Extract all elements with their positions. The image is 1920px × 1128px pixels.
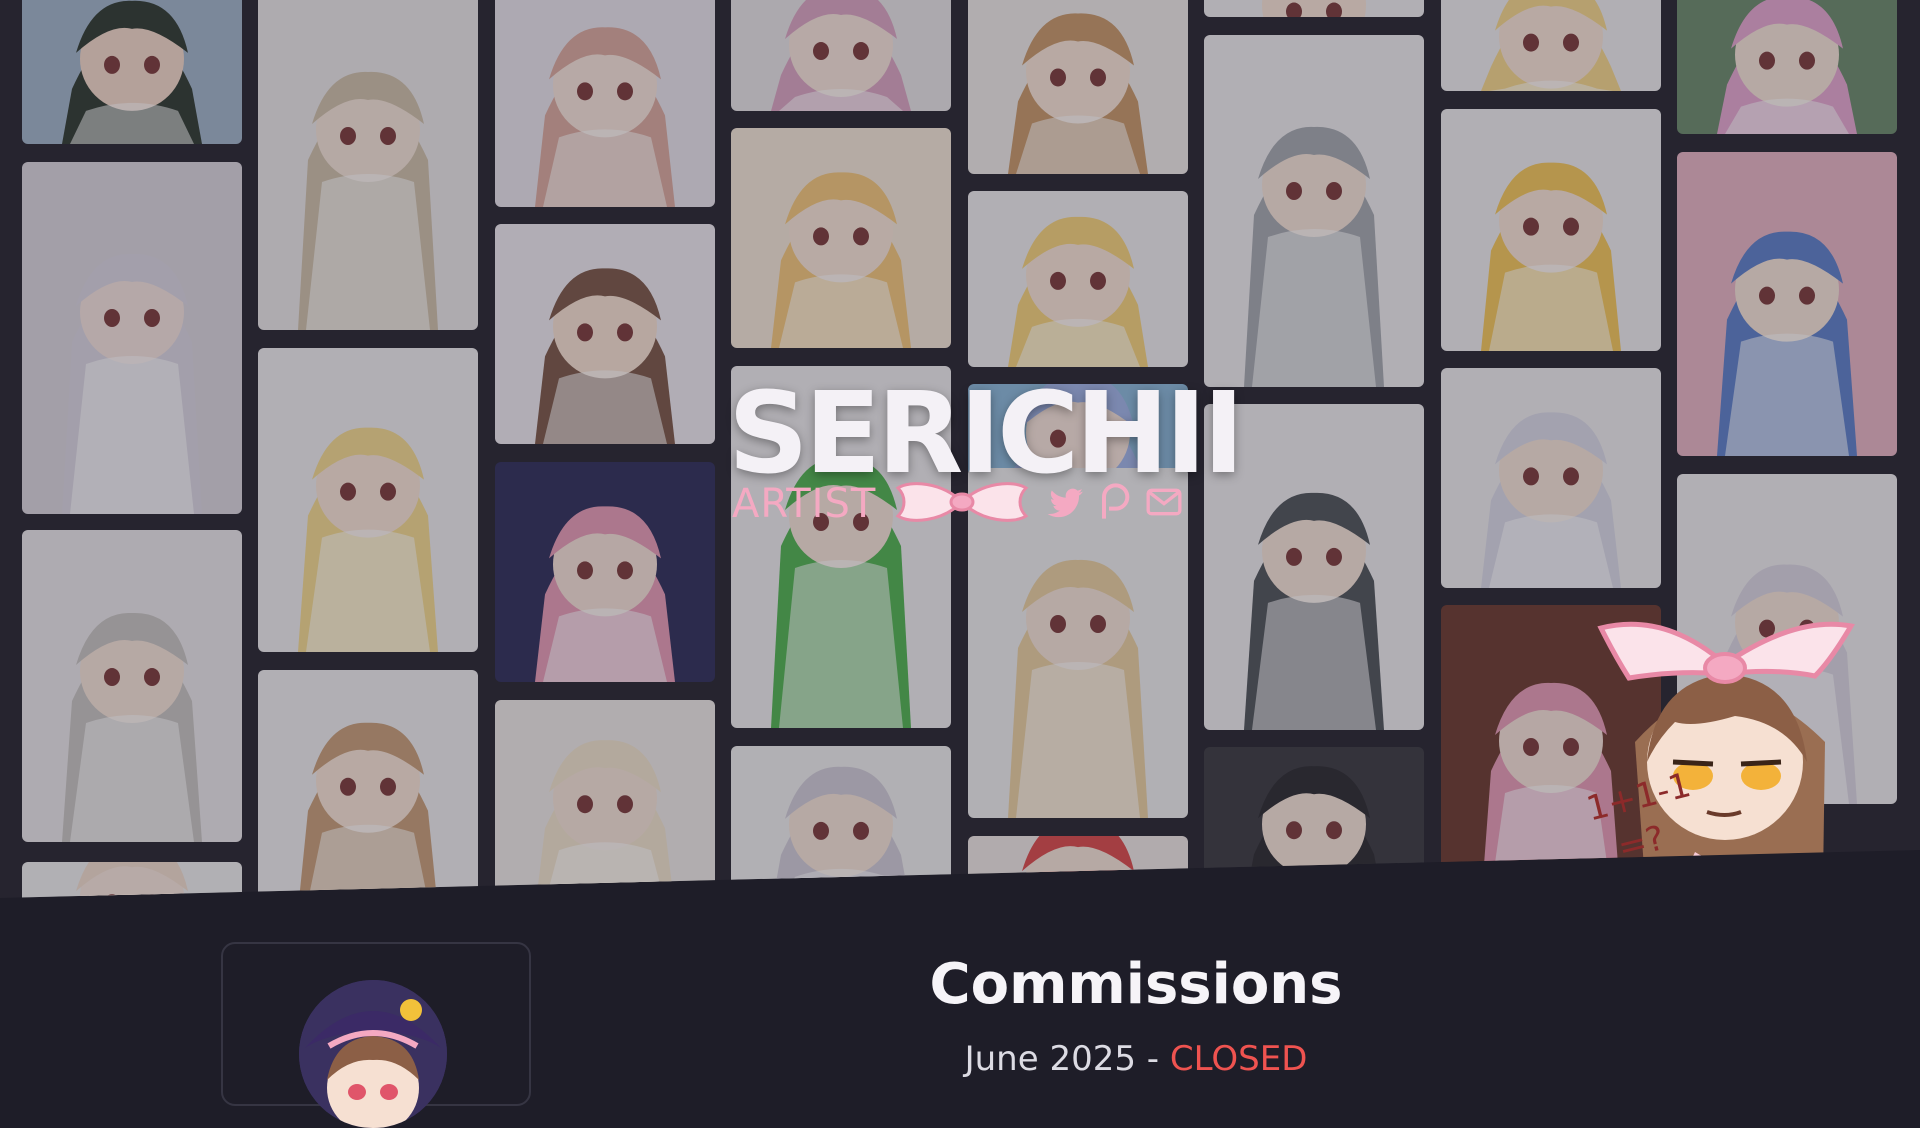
artwork-tile[interactable] (495, 462, 715, 682)
artwork-tile[interactable] (1204, 35, 1424, 387)
artwork-tile[interactable] (495, 700, 715, 898)
character-illustration (1008, 13, 1148, 174)
artwork-tile[interactable] (731, 128, 951, 348)
artwork-tile[interactable] (1441, 368, 1661, 588)
commissions-title: Commissions (929, 952, 1343, 1017)
artwork-tile[interactable] (258, 0, 478, 330)
character-illustration (535, 27, 675, 207)
character-illustration (62, 253, 202, 514)
artwork-tile[interactable] (968, 0, 1188, 174)
artwork-tile[interactable] (1204, 747, 1424, 898)
artwork-tile[interactable] (1204, 0, 1424, 17)
hero-banner: SERICHII ARTIST 1+1-1 =? (0, 0, 1920, 898)
patreon-icon[interactable] (1094, 482, 1134, 522)
character-illustration (298, 71, 438, 330)
commissions-month: June 2025 (964, 1039, 1136, 1079)
artwork-tile[interactable] (968, 836, 1188, 898)
character-illustration (1244, 0, 1384, 17)
twitter-icon[interactable] (1046, 482, 1086, 522)
artwork-tile[interactable] (22, 162, 242, 514)
character-illustration (1481, 412, 1621, 588)
artwork-tile[interactable] (22, 0, 242, 144)
artwork-tile[interactable] (1441, 109, 1661, 351)
artwork-tile[interactable] (495, 224, 715, 444)
status-separator: - (1136, 1039, 1170, 1079)
character-illustration (771, 0, 911, 111)
artwork-tile[interactable] (22, 862, 242, 898)
artwork-tile[interactable] (1441, 0, 1661, 91)
svg-text:=?: =? (1614, 818, 1669, 868)
character-illustration (535, 506, 675, 682)
character-illustration (62, 612, 202, 842)
character-illustration (298, 427, 438, 652)
artwork-tile[interactable] (968, 191, 1188, 367)
character-illustration (535, 740, 675, 898)
artwork-tile[interactable] (258, 670, 478, 898)
artwork-tile[interactable] (495, 0, 715, 207)
brand-block: SERICHII ARTIST (728, 378, 1244, 538)
character-illustration (771, 766, 911, 898)
artwork-tile[interactable] (731, 0, 951, 111)
character-illustration (1717, 231, 1857, 456)
character-illustration (62, 862, 202, 898)
artwork-tile[interactable] (22, 530, 242, 842)
artwork-tile[interactable] (731, 746, 951, 898)
character-illustration (1717, 0, 1857, 134)
character-illustration (298, 722, 438, 898)
mascot-chibi-illustration: 1+1-1 =? (1585, 621, 1855, 882)
brand-role: ARTIST (732, 481, 877, 527)
character-illustration (1244, 126, 1384, 387)
character-illustration (535, 268, 675, 444)
character-illustration (1481, 0, 1621, 91)
character-illustration (1008, 216, 1148, 367)
character-illustration (1244, 766, 1384, 898)
artwork-tile[interactable] (1677, 0, 1897, 134)
ribbon-bow-icon (895, 482, 1029, 522)
character-illustration (1008, 836, 1148, 898)
mail-icon[interactable] (1144, 482, 1184, 522)
character-illustration (62, 0, 202, 144)
character-illustration (1481, 162, 1621, 351)
commissions-status-badge: CLOSED (1169, 1039, 1308, 1079)
artwork-tile[interactable] (258, 348, 478, 652)
artwork-tile[interactable] (1677, 152, 1897, 456)
commissions-status-line: June 2025 - CLOSED (0, 1042, 1920, 1076)
character-illustration (771, 172, 911, 348)
brand-name: SERICHII (728, 369, 1244, 499)
